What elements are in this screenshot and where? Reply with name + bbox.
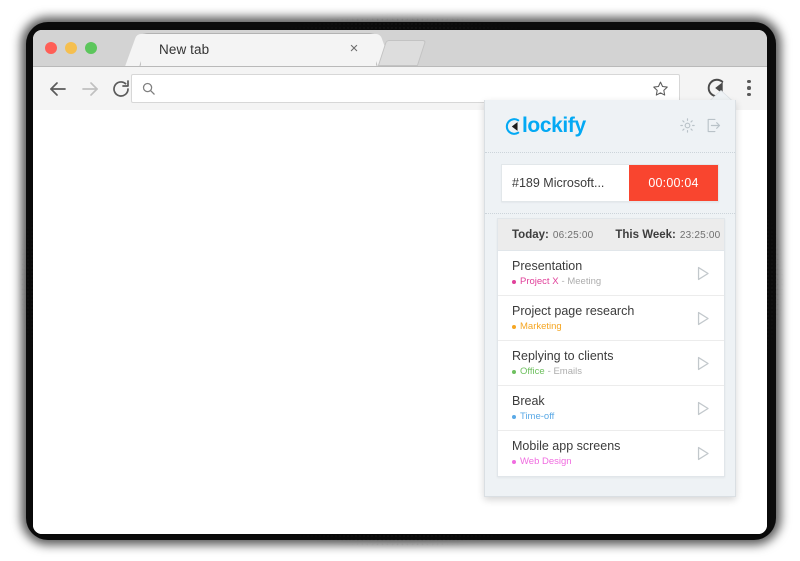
time-entries-card: Today: 06:25:00 This Week: 23:25:00 Pres… <box>497 218 725 477</box>
time-entry-row[interactable]: Presentation Project X- Meeting <box>498 251 724 296</box>
close-window-button[interactable] <box>45 42 57 54</box>
kebab-menu-icon <box>747 86 751 90</box>
time-entry-row[interactable]: Mobile app screens Web Design <box>498 431 724 476</box>
bookmark-star-icon[interactable] <box>652 80 669 97</box>
project-name: Office <box>520 366 545 377</box>
time-entry-row[interactable]: Replying to clients Office - Emails <box>498 341 724 386</box>
window-controls <box>45 42 97 54</box>
time-entry-row[interactable]: Break Time-off <box>498 386 724 431</box>
clockify-brand: lockify <box>502 114 586 138</box>
close-tab-icon[interactable]: × <box>346 41 362 57</box>
popup-header: lockify <box>485 100 735 153</box>
project-name: Web Design <box>520 456 572 467</box>
play-icon[interactable] <box>693 354 712 373</box>
clockify-popup: lockify #189 Microsoft... 00:00:04 Today… <box>484 100 736 497</box>
arrow-right-icon <box>82 82 98 96</box>
arrow-left-icon <box>50 82 66 96</box>
back-button[interactable] <box>46 77 70 101</box>
logout-icon[interactable] <box>705 117 722 134</box>
project-color-dot <box>512 415 516 419</box>
time-entry-row[interactable]: Project page research Marketing <box>498 296 724 341</box>
minimize-window-button[interactable] <box>65 42 77 54</box>
play-icon[interactable] <box>693 399 712 418</box>
address-bar[interactable] <box>131 74 680 103</box>
today-label: Today: <box>512 228 549 241</box>
active-timer-row[interactable]: #189 Microsoft... 00:00:04 <box>501 164 719 202</box>
play-icon[interactable] <box>693 264 712 283</box>
active-timer-description[interactable]: #189 Microsoft... <box>502 165 629 201</box>
address-input[interactable] <box>156 81 652 96</box>
screenshot-stage: New tab × lockify #189 Microsoft... 00:0… <box>0 0 800 561</box>
play-icon[interactable] <box>693 444 712 463</box>
project-color-dot <box>512 460 516 464</box>
project-color-dot <box>512 280 516 284</box>
browser-menu-button[interactable] <box>739 76 759 100</box>
week-label: This Week: <box>615 228 676 241</box>
project-name: Project X <box>520 276 559 287</box>
today-value: 06:25:00 <box>552 229 594 241</box>
reload-icon <box>113 80 129 97</box>
time-entry-list: Presentation Project X- Meeting Project pa… <box>498 251 724 476</box>
settings-gear-icon[interactable] <box>679 117 696 134</box>
browser-tab[interactable]: New tab × <box>141 34 376 66</box>
kebab-menu-icon <box>747 79 751 84</box>
clockify-logo-mark <box>502 117 521 136</box>
week-value: 23:25:00 <box>679 229 721 241</box>
totals-bar: Today: 06:25:00 This Week: 23:25:00 <box>498 219 724 251</box>
clockify-wordmark: lockify <box>522 114 586 137</box>
reload-button[interactable] <box>109 77 133 101</box>
search-icon <box>141 81 156 96</box>
tab-strip: New tab × <box>33 30 767 67</box>
week-total: This Week: 23:25:00 <box>615 229 720 241</box>
task-name: - Emails <box>547 366 582 377</box>
kebab-menu-icon <box>747 92 751 97</box>
project-name: Time-off <box>520 411 555 422</box>
active-timer-section: #189 Microsoft... 00:00:04 <box>485 153 735 214</box>
maximize-window-button[interactable] <box>85 42 97 54</box>
project-color-dot <box>512 325 516 329</box>
popup-header-actions <box>679 117 722 134</box>
active-timer-elapsed[interactable]: 00:00:04 <box>629 165 718 201</box>
play-icon[interactable] <box>693 309 712 328</box>
forward-button[interactable] <box>78 77 102 101</box>
today-total: Today: 06:25:00 <box>512 229 593 241</box>
tab-title: New tab <box>159 42 210 57</box>
project-name: Marketing <box>520 321 562 332</box>
new-tab-button[interactable] <box>377 40 427 66</box>
project-color-dot <box>512 370 516 374</box>
task-name: - Meeting <box>561 276 602 287</box>
